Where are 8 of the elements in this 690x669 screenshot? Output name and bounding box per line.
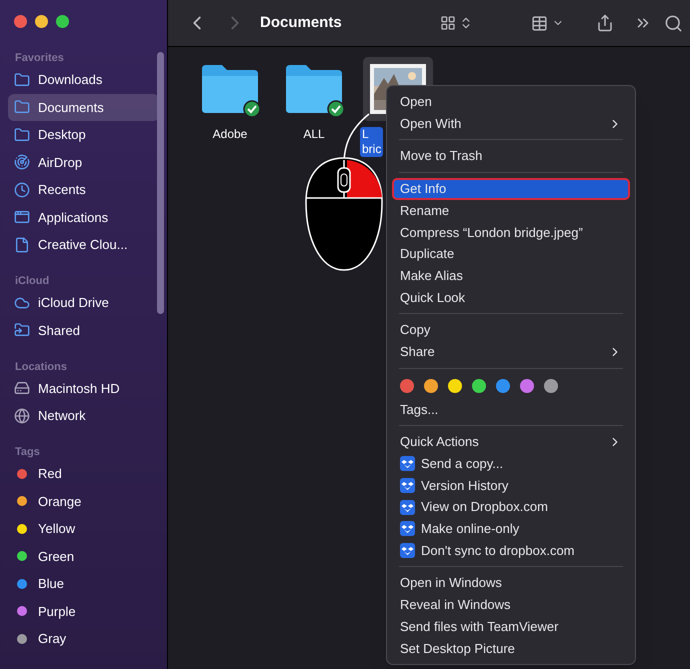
file-name: ALL — [303, 127, 325, 142]
section-title: Favorites — [14, 51, 65, 66]
file-name: Adobe — [212, 127, 248, 142]
section-title: Locations — [14, 360, 68, 374]
file-name: L bric — [360, 127, 384, 157]
window-title: Documents — [260, 12, 342, 33]
section-title: iCloud — [14, 274, 50, 289]
section-title: Tags — [14, 445, 41, 460]
